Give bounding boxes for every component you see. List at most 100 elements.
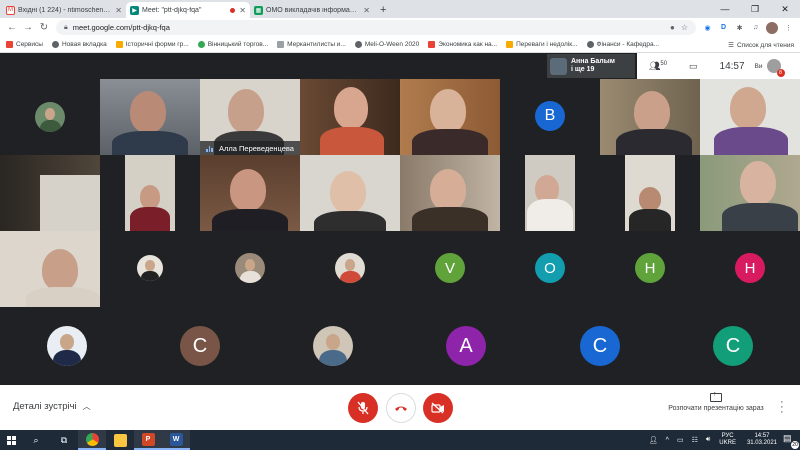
reading-list[interactable]: ☰ Список для чтения [728,37,794,52]
camera-toggle-button[interactable] [423,393,453,423]
participant-tile[interactable]: H [600,231,700,307]
language-indicator[interactable]: РУС UKRE [719,433,736,447]
close-icon[interactable]: ✕ [363,6,370,15]
bookmark-item[interactable]: Вінницький торгов... [197,41,268,48]
back-icon[interactable]: ← [4,22,20,33]
chevron-up-icon[interactable]: ^ [666,437,669,444]
participant-video[interactable]: Алла Переведенцева [200,79,300,155]
system-tray: 👤︎ ^ ▭ ☷ 🔊︎ РУС UKRE 14:57 31.03.2021 ▤ 20 [645,430,800,450]
participant-tile[interactable] [200,231,300,307]
bookmark-item[interactable]: Экономика как на... [428,41,497,48]
forward-icon[interactable]: → [20,22,36,33]
recording-icon [230,7,236,13]
tab-meet[interactable]: ▶ Meet: "ptt-djkq-fqa" ✕ [126,2,250,18]
menu-kebab-icon[interactable]: ⋮ [783,22,794,33]
participant-tile[interactable]: B [500,79,600,155]
participant-tile[interactable]: H [700,231,800,307]
system-clock[interactable]: 14:57 31.03.2021 [747,433,777,447]
participant-video[interactable] [600,79,700,155]
participant-video[interactable] [100,79,200,155]
participant-video[interactable] [0,155,100,231]
search-icon[interactable]: ⌕ [22,430,50,450]
extension-icon[interactable]: D [718,22,729,33]
tab-sheets[interactable]: ▦ ОМО викладачів інформатики ✕ [250,2,374,18]
people-icon: 👥︎ [648,60,661,71]
participant-tile[interactable] [0,79,100,155]
leave-call-button[interactable] [386,393,416,423]
audio-level-icon [206,145,213,152]
chat-icon[interactable]: ▭ [689,61,698,72]
folder-icon [113,433,127,447]
taskbar-word[interactable]: W [162,430,190,450]
screen: M Вхідні (1 224) - ntimoschenkom@ ✕ ▶ Me… [0,0,800,450]
more-options-icon[interactable]: · · · [780,397,784,418]
participant-tile[interactable] [266,307,400,385]
notification-center[interactable]: ▤ 20 [783,433,799,449]
participant-video[interactable] [300,155,400,231]
puzzle-icon[interactable]: ✱ [734,22,745,33]
folder-icon [115,41,123,48]
bookmark-item[interactable]: Переваги і недолік... [506,41,578,48]
bookmark-item[interactable]: Фінанси - Кафедра... [586,41,659,48]
mic-toggle-button[interactable] [348,393,378,423]
participant-tile[interactable] [300,231,400,307]
close-icon[interactable]: ✕ [239,6,246,15]
participant-tile[interactable]: O [500,231,600,307]
close-window-icon[interactable]: ✕ [770,0,800,18]
participant-tile[interactable]: V [400,231,500,307]
participant-video[interactable] [700,79,800,155]
participant-tile[interactable]: C [666,307,800,385]
task-view-icon[interactable]: ⧉ [50,430,78,450]
you-label: Ви [754,62,763,70]
new-tab-button[interactable]: + [374,2,392,18]
people-icon[interactable]: 👤︎ [649,436,658,444]
participant-video[interactable] [200,155,300,231]
taskbar-chrome[interactable] [78,430,106,450]
lock-icon[interactable]: 🔒︎ [64,24,68,32]
bookmark-item[interactable]: Новая вкладка [51,41,107,48]
taskbar-powerpoint[interactable]: P [134,430,162,450]
address-bar[interactable]: 🔒︎ meet.google.com/ptt-djkq-fqa ● ☆ [56,20,696,35]
presenter-chip[interactable]: Анна Балым і ще 19 [547,54,635,78]
battery-icon[interactable]: ▭ [677,436,684,444]
restore-icon[interactable]: ❐ [740,0,770,18]
participant-video[interactable] [525,155,575,231]
translate-icon[interactable]: ◉ [702,22,713,33]
participant-video[interactable] [0,231,100,307]
participant-video[interactable] [400,155,500,231]
tab-gmail[interactable]: M Вхідні (1 224) - ntimoschenkom@ ✕ [2,2,126,18]
bookmark-item[interactable]: Меркантилисты и... [277,41,346,48]
close-icon[interactable]: ✕ [115,6,122,15]
meet-top-controls: 👥︎ 50 ▭ 14:57 Ви 8 [637,53,800,79]
participant-video[interactable] [700,155,800,231]
start-button[interactable] [0,435,22,445]
self-avatar[interactable]: 8 [766,59,785,77]
participant-tile[interactable]: C [533,307,666,385]
reload-icon[interactable]: ↻ [36,22,52,33]
camera-icon[interactable]: ● [670,23,675,32]
minimize-icon[interactable]: — [710,0,740,18]
volume-icon[interactable]: 🔊︎ [706,436,710,444]
participant-video[interactable] [625,155,675,231]
bookmark-star-icon[interactable]: ☆ [681,23,688,32]
participant-tile[interactable]: A [400,307,533,385]
participant-tile[interactable]: C [133,307,266,385]
participant-tile[interactable] [0,307,133,385]
avatar [313,326,353,366]
profile-avatar[interactable] [766,21,778,34]
network-icon[interactable]: ☷ [692,436,698,444]
present-now-button[interactable]: Розпочати презентацію зараз [660,391,772,412]
bookmark-item[interactable]: Сервисы [6,41,43,48]
participant-tile[interactable] [100,231,200,307]
participant-video[interactable] [125,155,175,231]
media-icon[interactable]: ♫ [750,22,761,33]
taskbar-explorer[interactable] [106,430,134,450]
participant-video[interactable] [400,79,500,155]
bookmark-item[interactable]: Meli-O-Ween 2020 [354,41,419,48]
participant-video[interactable] [300,79,400,155]
meeting-details-button[interactable]: Деталі зустрічі ︿ [13,401,91,412]
people-button[interactable]: 👥︎ 50 [645,61,671,72]
bookmark-item[interactable]: Історичні форми гр... [115,41,189,48]
page-icon [277,41,285,48]
mic-off-icon [357,401,369,415]
